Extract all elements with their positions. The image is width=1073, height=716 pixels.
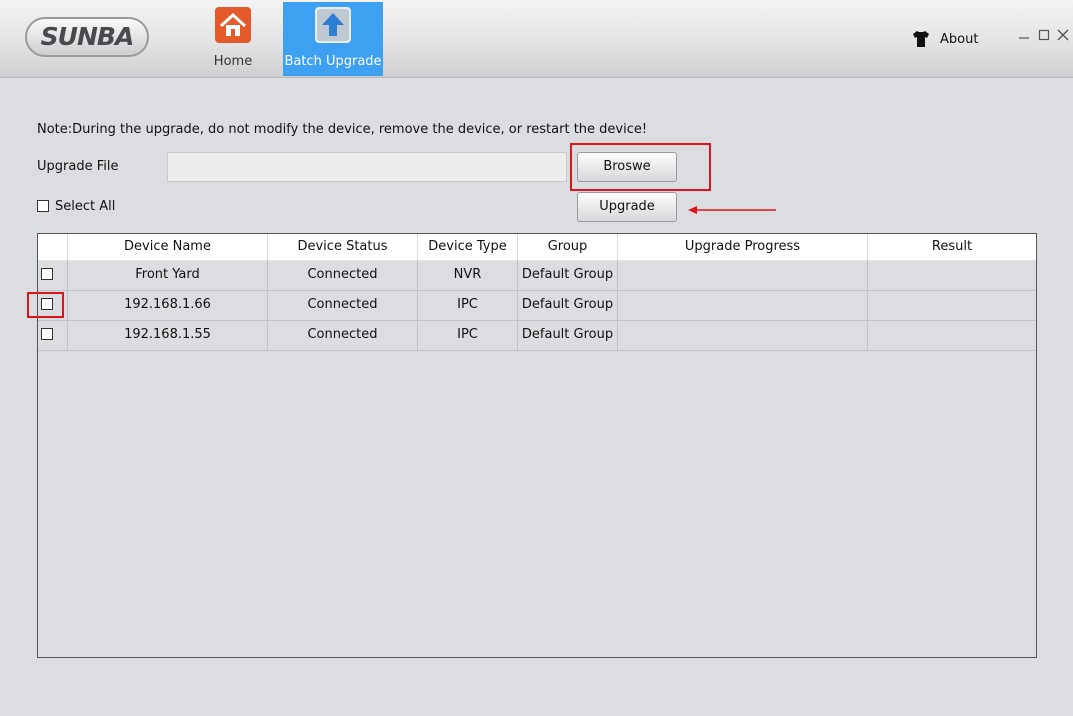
table-row[interactable]: Front Yard Connected NVR Default Group: [38, 260, 1036, 291]
select-all-label: Select All: [55, 199, 116, 214]
sunba-logo: SUNBA: [25, 17, 149, 57]
group-cell: Default Group: [518, 260, 618, 290]
minimize-button[interactable]: [1016, 27, 1032, 43]
home-icon: [215, 7, 251, 43]
group-cell: Default Group: [518, 320, 618, 350]
upgrade-progress-cell: [618, 260, 868, 290]
device-name-cell: 192.168.1.55: [68, 320, 268, 350]
table-header: Device Name Device Status Device Type Gr…: [38, 234, 1036, 261]
upgrade-arrow-icon: [315, 7, 351, 43]
table-row[interactable]: 192.168.1.55 Connected IPC Default Group: [38, 320, 1036, 351]
upgrade-note: Note:During the upgrade, do not modify t…: [37, 122, 648, 137]
device-status-cell: Connected: [268, 260, 418, 290]
upgrade-file-label: Upgrade File: [37, 159, 119, 174]
result-cell: [868, 290, 1036, 320]
device-name-cell: 192.168.1.66: [68, 290, 268, 320]
column-header-device-type[interactable]: Device Type: [418, 234, 518, 260]
device-type-cell: IPC: [418, 320, 518, 350]
minimize-icon: [1019, 37, 1029, 39]
shirt-icon: [913, 31, 929, 47]
browse-button[interactable]: Broswe: [577, 152, 677, 182]
column-header-group[interactable]: Group: [518, 234, 618, 260]
title-bar: SUNBA Home Batch Upgrade About: [0, 0, 1073, 78]
row-select-cell: [38, 320, 68, 350]
device-table: Device Name Device Status Device Type Gr…: [37, 233, 1037, 658]
result-cell: [868, 320, 1036, 350]
device-type-cell: NVR: [418, 260, 518, 290]
column-header-result[interactable]: Result: [868, 234, 1036, 260]
table-row[interactable]: 192.168.1.66 Connected IPC Default Group: [38, 290, 1036, 321]
red-arrow-annotation: [688, 206, 776, 214]
result-cell: [868, 260, 1036, 290]
nav-batch-upgrade-button[interactable]: Batch Upgrade: [283, 2, 383, 76]
column-header-select: [38, 234, 68, 260]
upgrade-file-input[interactable]: [167, 152, 567, 182]
column-header-upgrade-progress[interactable]: Upgrade Progress: [618, 234, 868, 260]
maximize-icon: [1038, 29, 1050, 41]
upgrade-progress-cell: [618, 290, 868, 320]
row-checkbox[interactable]: [41, 328, 53, 340]
upgrade-progress-cell: [618, 320, 868, 350]
about-label: About: [940, 32, 979, 47]
nav-home-button[interactable]: Home: [198, 2, 268, 76]
device-status-cell: Connected: [268, 320, 418, 350]
close-icon: [1057, 29, 1069, 41]
row-checkbox[interactable]: [41, 268, 53, 280]
close-button[interactable]: [1055, 27, 1071, 43]
nav-home-label: Home: [213, 54, 253, 69]
checkbox-highlight-box: [27, 292, 64, 318]
nav-batch-upgrade-label: Batch Upgrade: [284, 54, 382, 69]
select-all-checkbox[interactable]: [37, 200, 49, 212]
device-status-cell: Connected: [268, 290, 418, 320]
group-cell: Default Group: [518, 290, 618, 320]
upgrade-button[interactable]: Upgrade: [577, 192, 677, 222]
column-header-device-status[interactable]: Device Status: [268, 234, 418, 260]
device-type-cell: IPC: [418, 290, 518, 320]
column-header-device-name[interactable]: Device Name: [68, 234, 268, 260]
device-name-cell: Front Yard: [68, 260, 268, 290]
row-select-cell: [38, 260, 68, 290]
maximize-button[interactable]: [1036, 27, 1052, 43]
